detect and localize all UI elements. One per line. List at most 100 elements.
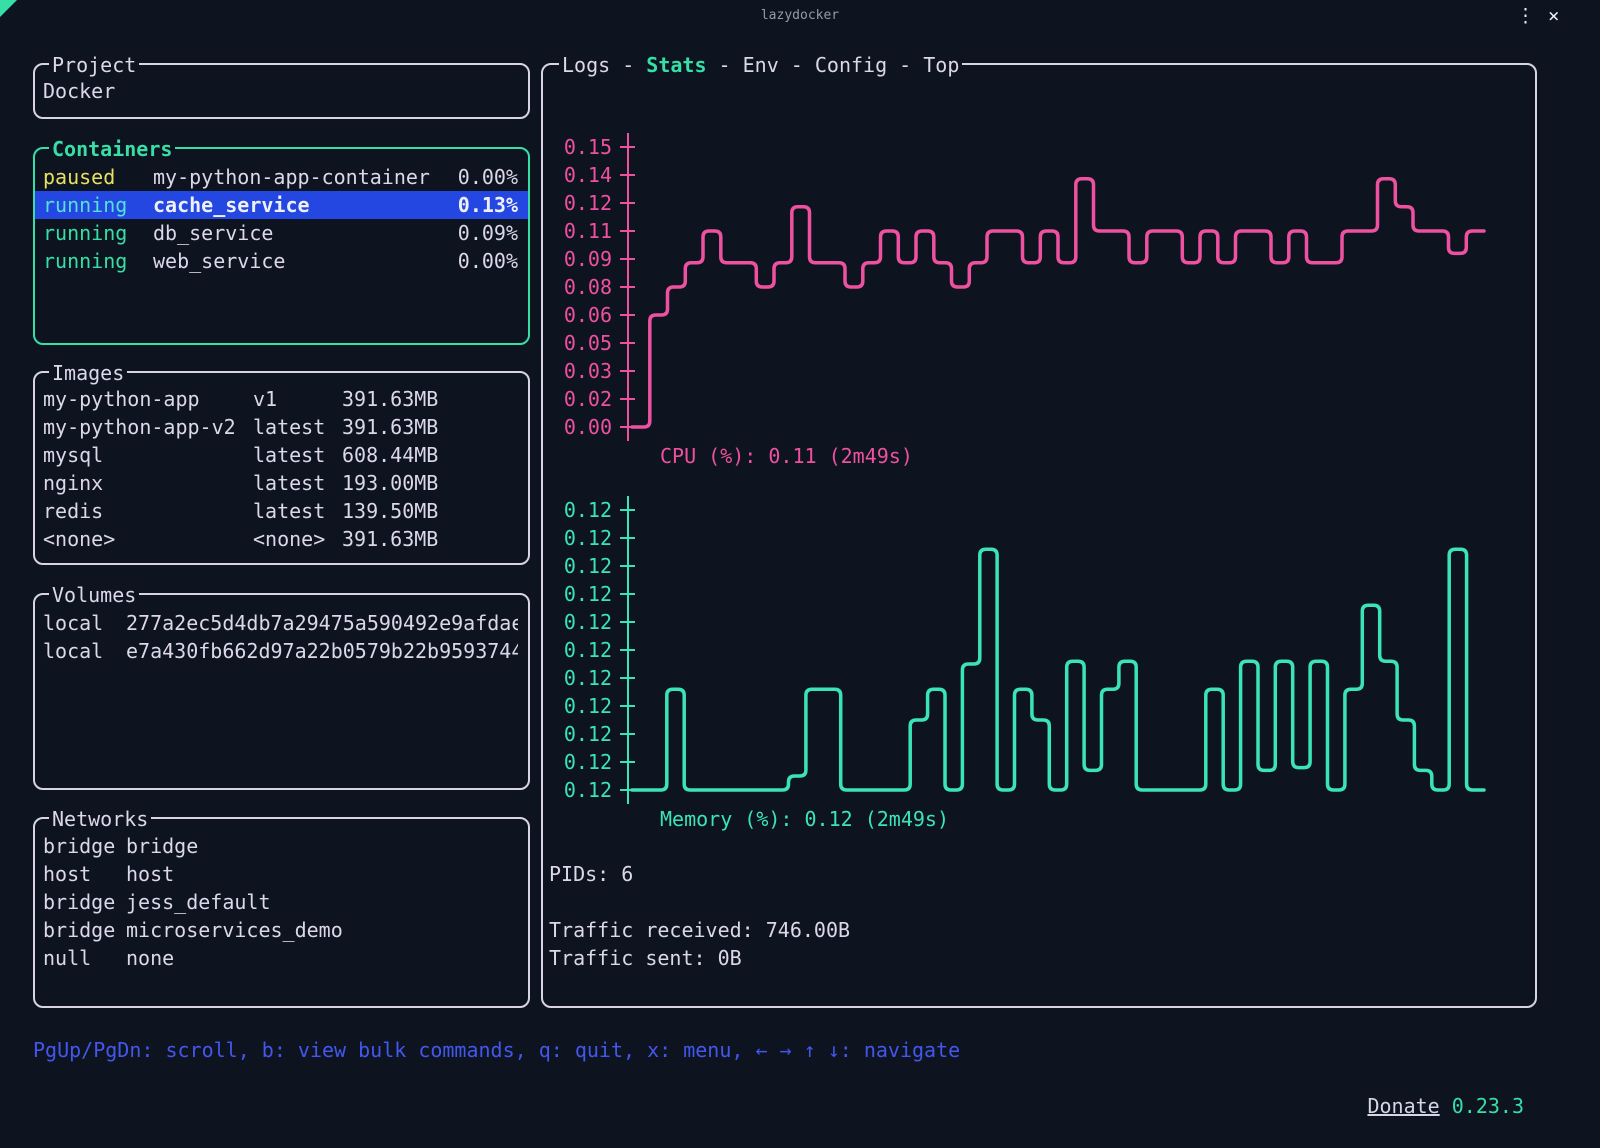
tab-config[interactable]: Config	[815, 53, 887, 77]
image-size: 391.63MB	[342, 525, 518, 553]
volume-row-name: 277a2ec5d4db7a29475a590492e9afdae	[126, 609, 518, 637]
memory-ytick-label: 0.12	[542, 608, 612, 636]
image-tag: latest	[253, 497, 342, 525]
volume-row[interactable]: locale7a430fb662d97a22b0579b22b9593744	[35, 637, 528, 665]
window-close-icon[interactable]: ×	[1548, 5, 1559, 27]
images-panel-title: Images	[49, 359, 127, 387]
networks-panel[interactable]: Networks bridgebridgehosthostbridgejess_…	[33, 817, 530, 1008]
containers-list: pausedmy-python-app-container0.00%runnin…	[35, 163, 528, 275]
traffic-received-label: Traffic received: 746.00B	[549, 916, 850, 944]
memory-ytick-label: 0.12	[542, 552, 612, 580]
tab-env[interactable]: Env	[743, 53, 779, 77]
pids-label: PIDs: 6	[549, 860, 633, 888]
images-panel[interactable]: Images my-python-appv1391.63MBmy-python-…	[33, 371, 530, 565]
image-name: my-python-app	[43, 385, 253, 413]
network-row[interactable]: bridgejess_default	[35, 888, 528, 916]
statusbar-keybindings: PgUp/PgDn: scroll, b: view bulk commands…	[33, 1036, 960, 1064]
container-row[interactable]: runningdb_service0.09%	[35, 219, 528, 247]
statusbar-space	[1440, 1094, 1452, 1118]
volumes-list: local277a2ec5d4db7a29475a590492e9afdaelo…	[35, 609, 528, 665]
tab-logs[interactable]: Logs	[562, 53, 610, 77]
container-row[interactable]: runningcache_service0.13%	[35, 191, 528, 219]
container-status: running	[43, 191, 153, 219]
network-row-name: host	[126, 860, 518, 888]
network-row-driver: null	[43, 944, 126, 972]
cpu-ytick-label: 0.14	[542, 161, 612, 189]
image-row[interactable]: mysqllatest608.44MB	[35, 441, 528, 469]
image-row[interactable]: <none><none>391.63MB	[35, 525, 528, 553]
network-row-name: microservices_demo	[126, 916, 518, 944]
container-name: cache_service	[153, 191, 458, 219]
memory-ytick-label: 0.12	[542, 748, 612, 776]
tab-top[interactable]: Top	[923, 53, 959, 77]
memory-ytick-label: 0.12	[542, 664, 612, 692]
image-tag: v1	[253, 385, 342, 413]
memory-ytick-label: 0.12	[542, 692, 612, 720]
container-name: my-python-app-container	[153, 163, 458, 191]
donate-link[interactable]: Donate	[1367, 1094, 1439, 1118]
container-name: db_service	[153, 219, 458, 247]
image-row[interactable]: nginxlatest193.00MB	[35, 469, 528, 497]
memory-ytick-label: 0.12	[542, 496, 612, 524]
image-tag: latest	[253, 441, 342, 469]
image-row[interactable]: my-python-app-v2latest391.63MB	[35, 413, 528, 441]
volumes-panel-title: Volumes	[49, 581, 139, 609]
tab-separator: -	[887, 53, 923, 77]
container-cpu-percent: 0.13%	[458, 191, 518, 219]
cpu-ytick-label: 0.12	[542, 189, 612, 217]
cpu-ytick-label: 0.08	[542, 273, 612, 301]
traffic-sent-label: Traffic sent: 0B	[549, 944, 742, 972]
image-size: 391.63MB	[342, 385, 518, 413]
cpu-ytick-label: 0.00	[542, 413, 612, 441]
image-name: redis	[43, 497, 253, 525]
tab-separator: -	[779, 53, 815, 77]
container-status: running	[43, 247, 153, 275]
cpu-ytick-label: 0.02	[542, 385, 612, 413]
image-size: 193.00MB	[342, 469, 518, 497]
containers-panel-title: Containers	[49, 135, 175, 163]
container-status: paused	[43, 163, 153, 191]
project-panel[interactable]: Project Docker	[33, 63, 530, 119]
memory-ytick-label: 0.12	[542, 524, 612, 552]
cpu-ytick-label: 0.15	[542, 133, 612, 161]
memory-ytick-label: 0.12	[542, 636, 612, 664]
containers-panel[interactable]: Containers pausedmy-python-app-container…	[33, 147, 530, 345]
image-tag: <none>	[253, 525, 342, 553]
network-row[interactable]: bridgemicroservices_demo	[35, 916, 528, 944]
memory-ytick-label: 0.12	[542, 720, 612, 748]
tab-stats[interactable]: Stats	[646, 53, 706, 77]
image-name: nginx	[43, 469, 253, 497]
stats-panel[interactable]: Logs - Stats - Env - Config - Top	[541, 63, 1537, 1008]
volume-row-driver: local	[43, 609, 126, 637]
window-menu-icon[interactable]: ⋮	[1516, 5, 1535, 27]
memory-ytick-label: 0.12	[542, 580, 612, 608]
images-list: my-python-appv1391.63MBmy-python-app-v2l…	[35, 385, 528, 553]
networks-panel-title: Networks	[49, 805, 151, 833]
container-cpu-percent: 0.09%	[458, 219, 518, 247]
cpu-ytick-label: 0.03	[542, 357, 612, 385]
volumes-panel[interactable]: Volumes local277a2ec5d4db7a29475a590492e…	[33, 593, 530, 790]
image-row[interactable]: my-python-appv1391.63MB	[35, 385, 528, 413]
image-size: 608.44MB	[342, 441, 518, 469]
statusbar: PgUp/PgDn: scroll, b: view bulk commands…	[0, 1008, 1600, 1040]
container-row[interactable]: runningweb_service0.00%	[35, 247, 528, 275]
network-row-name: bridge	[126, 832, 518, 860]
network-row[interactable]: hosthost	[35, 860, 528, 888]
cpu-chart-title: CPU (%): 0.11 (2m49s)	[660, 442, 913, 470]
network-row-driver: bridge	[43, 888, 126, 916]
volume-row[interactable]: local277a2ec5d4db7a29475a590492e9afdae	[35, 609, 528, 637]
cpu-ytick-label: 0.06	[542, 301, 612, 329]
project-value: Docker	[35, 77, 528, 105]
network-row-name: none	[126, 944, 518, 972]
networks-list: bridgebridgehosthostbridgejess_defaultbr…	[35, 832, 528, 972]
image-tag: latest	[253, 469, 342, 497]
image-row[interactable]: redislatest139.50MB	[35, 497, 528, 525]
image-name: <none>	[43, 525, 253, 553]
titlebar: lazydocker ⋮ ×	[0, 0, 1600, 32]
tab-separator: -	[610, 53, 646, 77]
cpu-ytick-label: 0.05	[542, 329, 612, 357]
network-row[interactable]: bridgebridge	[35, 832, 528, 860]
container-row[interactable]: pausedmy-python-app-container0.00%	[35, 163, 528, 191]
network-row[interactable]: nullnone	[35, 944, 528, 972]
cpu-ytick-label: 0.11	[542, 217, 612, 245]
